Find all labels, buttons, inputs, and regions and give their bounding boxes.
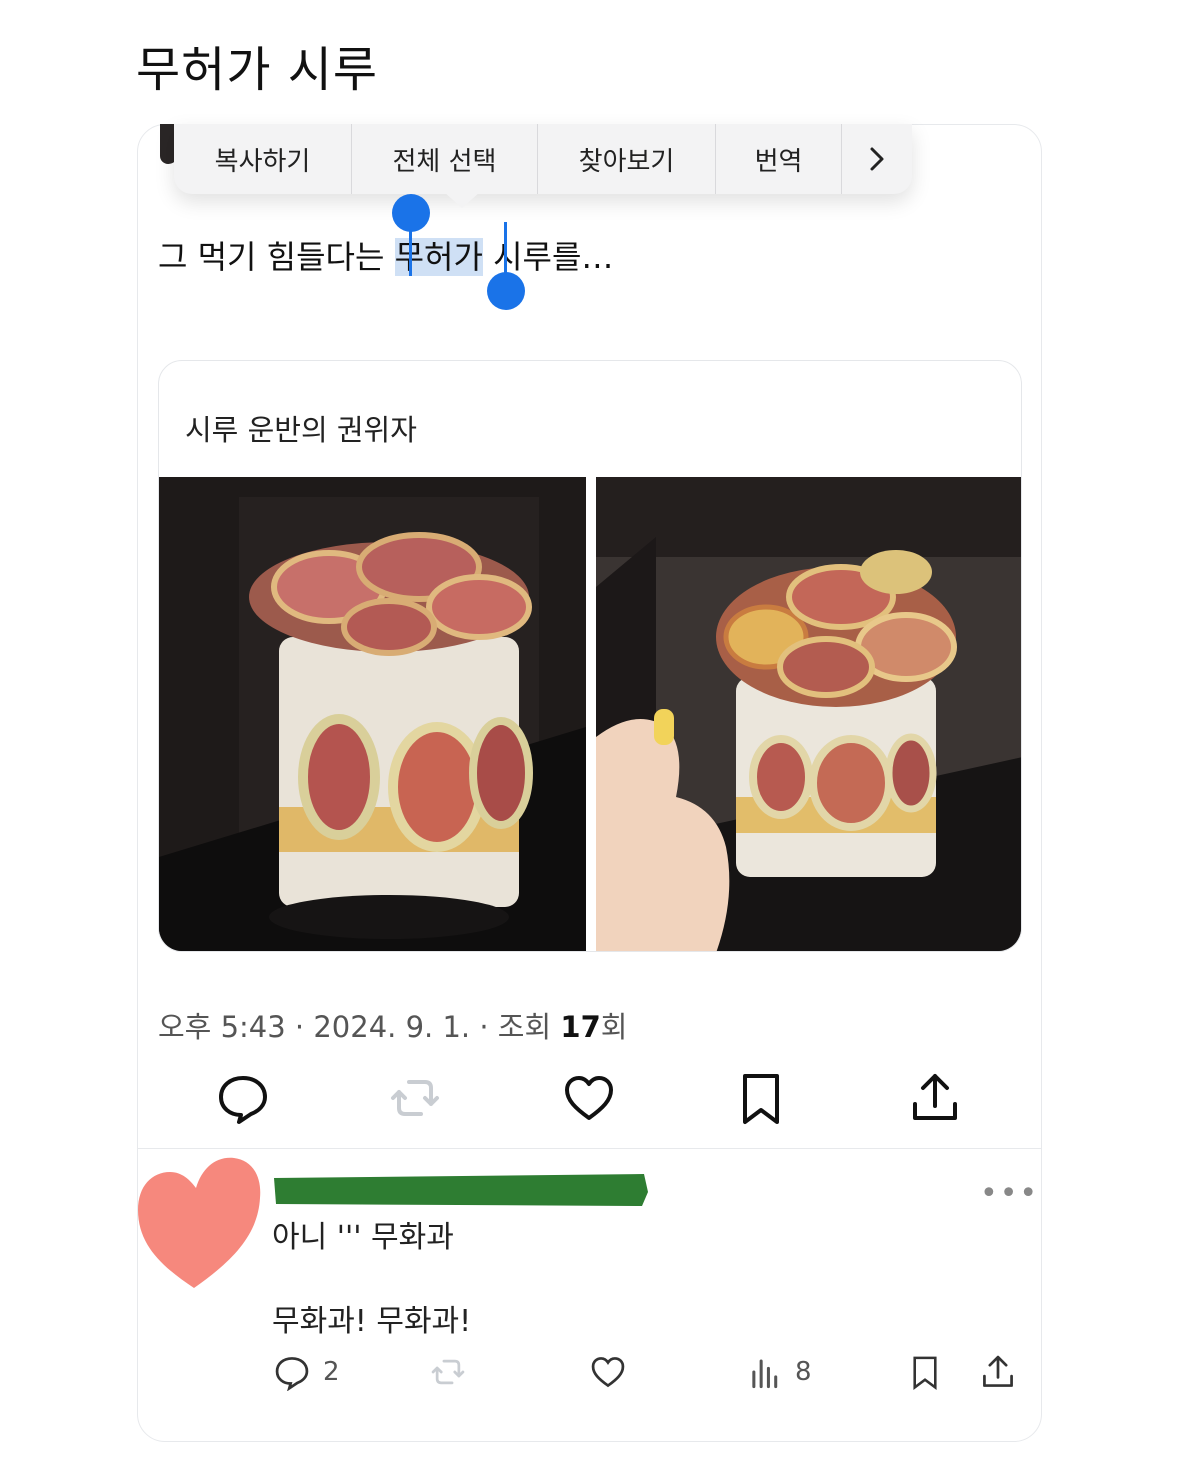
post-meta: 오후 5:43 · 2024. 9. 1. · 조회 17회 xyxy=(158,1004,627,1046)
quoted-post[interactable]: 시루 운반의 권위자 xyxy=(158,360,1022,952)
translate-menu-item[interactable]: 번역 xyxy=(716,124,842,194)
reply-action-bar: 2 8 xyxy=(137,1350,1042,1400)
reply-text-line1: 아니 ''' 무화과 xyxy=(272,1220,454,1255)
repost-button[interactable] xyxy=(429,1350,467,1394)
heart-avatar[interactable] xyxy=(134,1150,264,1290)
fig-cake-image xyxy=(159,477,586,951)
page: 무허가 시루 복사하기 전체 선택 찾아보기 번역 그 먹기 힘들다는 무허가 … xyxy=(0,0,1179,1469)
post-action-bar xyxy=(137,1070,1042,1130)
reply-icon xyxy=(275,1357,309,1391)
view-count-suffix: 회 xyxy=(600,1010,628,1044)
post-text[interactable]: 그 먹기 힘들다는 무허가 시루를… xyxy=(158,232,613,278)
bookmark-icon xyxy=(913,1356,937,1390)
text-context-menu: 복사하기 전체 선택 찾아보기 번역 xyxy=(174,124,912,194)
views-button[interactable]: 8 xyxy=(749,1350,812,1394)
reply-icon[interactable] xyxy=(215,1070,271,1126)
more-menu-button[interactable] xyxy=(842,124,912,194)
redacted-username xyxy=(274,1174,648,1206)
post-timestamp: 오후 5:43 · 2024. 9. 1. · 조회 xyxy=(158,1010,561,1044)
reply-button[interactable]: 2 xyxy=(273,1350,340,1394)
divider xyxy=(137,1148,1042,1149)
bookmark-button[interactable] xyxy=(907,1350,943,1394)
bookmark-icon[interactable] xyxy=(733,1070,789,1126)
selection-end-handle[interactable] xyxy=(487,272,525,310)
post-text-after: 시루를… xyxy=(482,238,614,276)
selected-text[interactable]: 무허가 xyxy=(394,238,483,276)
views-chart-icon xyxy=(752,1359,778,1389)
reply-views-count: 8 xyxy=(795,1357,812,1387)
like-icon[interactable] xyxy=(561,1070,617,1126)
photo-2[interactable] xyxy=(596,477,1021,951)
like-icon xyxy=(591,1357,625,1388)
like-button[interactable] xyxy=(589,1350,627,1394)
chevron-right-icon xyxy=(870,147,884,171)
share-icon xyxy=(983,1355,1013,1387)
page-title: 무허가 시루 xyxy=(136,42,379,98)
context-menu-pointer xyxy=(444,192,480,208)
selection-start-bar xyxy=(409,222,412,276)
more-options-icon[interactable]: ••• xyxy=(980,1176,1039,1211)
photo-1[interactable] xyxy=(159,477,586,951)
post-text-before: 그 먹기 힘들다는 xyxy=(158,238,395,276)
fig-cake-image xyxy=(596,477,1021,951)
view-count: 17 xyxy=(560,1010,601,1044)
repost-icon xyxy=(431,1359,465,1385)
repost-icon[interactable] xyxy=(387,1070,443,1126)
share-button[interactable] xyxy=(979,1350,1017,1394)
selection-end-bar xyxy=(504,222,507,276)
copy-menu-item[interactable]: 복사하기 xyxy=(174,124,352,194)
quoted-post-text: 시루 운반의 권위자 xyxy=(185,413,417,447)
share-icon[interactable] xyxy=(907,1070,963,1126)
reply-count: 2 xyxy=(323,1357,340,1387)
look-up-menu-item[interactable]: 찾아보기 xyxy=(538,124,716,194)
reply-text-line2: 무화과! 무화과! xyxy=(272,1304,472,1339)
select-all-menu-item[interactable]: 전체 선택 xyxy=(352,124,538,194)
